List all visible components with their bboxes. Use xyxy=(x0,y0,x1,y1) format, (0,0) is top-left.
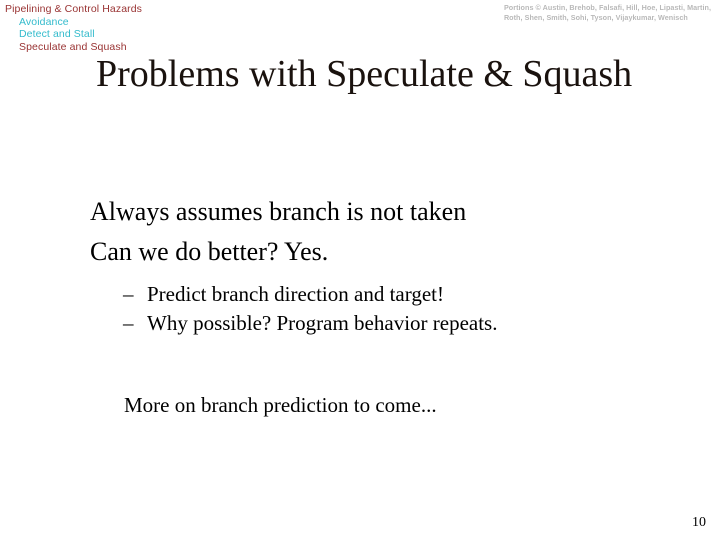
bullet-can-we-do-better: Can we do better? Yes. xyxy=(90,237,329,266)
page-number: 10 xyxy=(692,515,706,530)
dash-marker-icon: – xyxy=(123,282,134,306)
credits-line-1: Portions © Austin, Brehob, Falsafi, Hill… xyxy=(503,3,711,12)
sub-bullet-why-possible: – Why possible? Program behavior repeats… xyxy=(90,309,690,338)
sub-bullet-predict-branch: – Predict branch direction and target! xyxy=(90,280,690,309)
sub-bullet-label: Why possible? Program behavior repeats. xyxy=(147,311,498,335)
sub-bullet-label: Predict branch direction and target! xyxy=(147,282,444,306)
bullet-always-assumes-not-taken: Always assumes branch is not taken xyxy=(90,197,467,226)
sub-bullet-list: – Predict branch direction and target! –… xyxy=(90,280,690,338)
outline-item-detect-and-stall[interactable]: Detect and Stall xyxy=(5,28,305,41)
slide-canvas: Pipelining & Control Hazards Avoidance D… xyxy=(0,0,720,540)
outline-item-pipelining-control-hazards[interactable]: Pipelining & Control Hazards xyxy=(5,3,305,16)
outline-item-avoidance[interactable]: Avoidance xyxy=(5,16,305,29)
outline-breadcrumb: Pipelining & Control Hazards Avoidance D… xyxy=(5,3,305,53)
credits-line-2: Roth, Shen, Smith, Sohi, Tyson, Vijaykum… xyxy=(503,12,688,22)
closing-note: More on branch prediction to come... xyxy=(124,393,437,417)
dash-marker-icon: – xyxy=(123,311,134,335)
slide-title: Problems with Speculate & Squash xyxy=(96,53,633,95)
credits-attribution: Portions © Austin, Brehob, Falsafi, Hill… xyxy=(504,3,711,22)
slide-body: Always assumes branch is not taken Can w… xyxy=(90,192,690,420)
